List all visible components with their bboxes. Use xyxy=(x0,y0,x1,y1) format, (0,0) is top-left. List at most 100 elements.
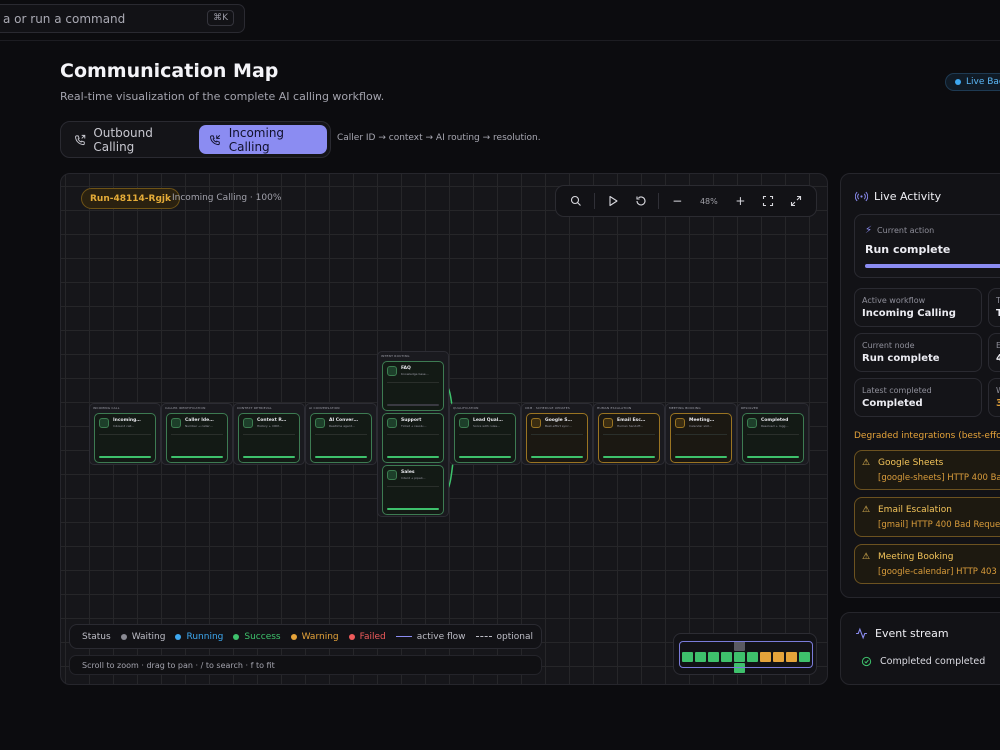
node-progress xyxy=(387,508,439,510)
node-title: Sales xyxy=(401,470,415,475)
stat-label: E xyxy=(996,341,1000,350)
stage-label: CALLER IDENTIFICATION xyxy=(165,406,206,410)
stage-label: CRM · SCHEDULE UPDATES xyxy=(525,406,570,410)
stat-card-partial: W 3 xyxy=(988,378,1000,417)
warning-icon: ⚠ xyxy=(862,458,871,468)
stat-value: Incoming Calling xyxy=(862,308,956,319)
flow-node-sales[interactable]: Sales Intent + pipeli… xyxy=(382,465,444,515)
current-action-value: Run complete xyxy=(865,243,951,256)
node-subtitle: Calendar slot… xyxy=(689,424,712,428)
legend-label: Warning xyxy=(301,631,339,642)
stat-label: W xyxy=(996,386,1000,395)
flow-node-caller-id[interactable]: Caller Ide… Number → caller… xyxy=(166,413,228,463)
legend-label: Waiting xyxy=(131,631,166,642)
target-icon xyxy=(459,418,469,428)
stat-card-partial: E 4 xyxy=(988,333,1000,372)
tab-outbound-calling[interactable]: Outbound Calling xyxy=(64,125,195,154)
event-text: Completed completed xyxy=(880,656,986,667)
help-icon xyxy=(387,366,397,376)
live-backend-badge[interactable]: Live Back xyxy=(945,73,1000,91)
minimap[interactable] xyxy=(673,633,817,675)
action-progress-fill xyxy=(865,264,1000,268)
degraded-google-sheets[interactable]: ⚠ Google Sheets [google-sheets] HTTP 400… xyxy=(854,450,1000,490)
legend-active-flow: active flow xyxy=(395,632,466,642)
node-subtitle: Score with rules… xyxy=(473,424,501,428)
stat-value: Run complete xyxy=(862,353,940,364)
legend-running: Running xyxy=(175,632,223,642)
stat-value: T xyxy=(996,308,1000,319)
flow-node-ai-conversation[interactable]: AI Conver… Realtime agent… xyxy=(310,413,372,463)
flow-node-context[interactable]: Context R… History + CRM… xyxy=(238,413,300,463)
node-progress xyxy=(243,456,295,458)
stat-value: Completed xyxy=(862,398,923,409)
current-node-card: Current node Run complete xyxy=(854,333,982,372)
flow-node-incoming[interactable]: Incoming… Inbound call… xyxy=(94,413,156,463)
node-subtitle: Ticket + resolu… xyxy=(401,424,427,428)
event-item[interactable]: Completed completed xyxy=(861,656,985,667)
node-stats xyxy=(387,486,439,496)
flow-node-support[interactable]: Support Ticket + resolu… xyxy=(382,413,444,463)
stage-label: INTENT ROUTING xyxy=(381,354,410,358)
node-subtitle: History + CRM… xyxy=(257,424,282,428)
failed-dot-icon xyxy=(348,633,355,640)
node-title: Completed xyxy=(761,418,789,423)
warning-dot-icon xyxy=(290,633,297,640)
node-stats xyxy=(387,434,439,444)
flow-node-faq[interactable]: FAQ Knowledge base… xyxy=(382,361,444,411)
phone-icon xyxy=(99,418,109,428)
minimap-viewport[interactable] xyxy=(679,641,813,668)
warning-icon: ⚠ xyxy=(862,505,871,515)
node-title: Lead Qual… xyxy=(473,418,503,423)
node-stats xyxy=(243,434,295,444)
node-title: Email Esc… xyxy=(617,418,646,423)
node-title: FAQ xyxy=(401,366,411,371)
broadcast-icon xyxy=(855,191,868,202)
stage-label: AI CONVERSATION xyxy=(309,406,340,410)
command-search-input[interactable]: a or run a command ⌘K xyxy=(0,4,245,33)
node-subtitle: Number → caller… xyxy=(185,424,213,428)
command-placeholder: a or run a command xyxy=(3,11,126,26)
stat-value: 4 xyxy=(996,353,1000,364)
legend-label: Success xyxy=(244,631,281,642)
page-title: Communication Map xyxy=(60,60,279,82)
flow-canvas[interactable]: Run-48114-Rgjk Incoming Calling · 100% −… xyxy=(60,173,828,685)
event-stream-panel: Event stream Completed completed xyxy=(840,612,1000,685)
activity-icon xyxy=(856,627,867,640)
stage-label: MEETING BOOKING xyxy=(669,406,701,410)
id-icon xyxy=(171,418,181,428)
stat-card-partial: T T xyxy=(988,288,1000,327)
legend-success: Success xyxy=(233,631,281,642)
tab-incoming-calling[interactable]: Incoming Calling xyxy=(199,125,327,154)
flow-node-lead-qualification[interactable]: Lead Qual… Score with rules… xyxy=(454,413,516,463)
warning-icon: ⚠ xyxy=(862,552,871,562)
current-action-card: ⚡︎ Current action Run complete xyxy=(854,214,1000,278)
flow-node-email-escalation[interactable]: Email Esc… Human handoff… xyxy=(598,413,660,463)
stat-label: Active workflow xyxy=(862,296,926,305)
flow-node-completed[interactable]: Completed Resolved + logg… xyxy=(742,413,804,463)
flow-node-google-sheets[interactable]: Google S… Best-effort sync… xyxy=(526,413,588,463)
stage-label: RESOLVED xyxy=(741,406,759,410)
node-stats xyxy=(675,434,727,444)
node-progress xyxy=(99,456,151,458)
node-progress xyxy=(603,456,655,458)
node-subtitle: Inbound call… xyxy=(113,424,135,428)
success-dot-icon xyxy=(233,633,240,640)
node-stats xyxy=(603,434,655,444)
node-title: AI Conver… xyxy=(329,418,359,423)
node-title: Caller Ide… xyxy=(185,418,214,423)
check-circle-icon xyxy=(861,656,872,667)
phone-incoming-icon xyxy=(210,134,221,145)
node-progress xyxy=(747,456,799,458)
degraded-detail: [gmail] HTTP 400 Bad Request xyxy=(878,520,1000,530)
stat-label: Latest completed xyxy=(862,386,932,395)
node-subtitle: Realtime agent… xyxy=(329,424,355,428)
degraded-email-escalation[interactable]: ⚠ Email Escalation [gmail] HTTP 400 Bad … xyxy=(854,497,1000,537)
node-title: Incoming… xyxy=(113,418,141,423)
tab-description: Caller ID → context → AI routing → resol… xyxy=(337,133,541,143)
legend-label: Failed xyxy=(359,631,386,642)
cart-icon xyxy=(387,470,397,480)
flow-node-meeting-booking[interactable]: Meeting… Calendar slot… xyxy=(670,413,732,463)
degraded-meeting-booking[interactable]: ⚠ Meeting Booking [google-calendar] HTTP… xyxy=(854,544,1000,584)
node-subtitle: Best-effort sync… xyxy=(545,424,572,428)
node-subtitle: Human handoff… xyxy=(617,424,644,428)
